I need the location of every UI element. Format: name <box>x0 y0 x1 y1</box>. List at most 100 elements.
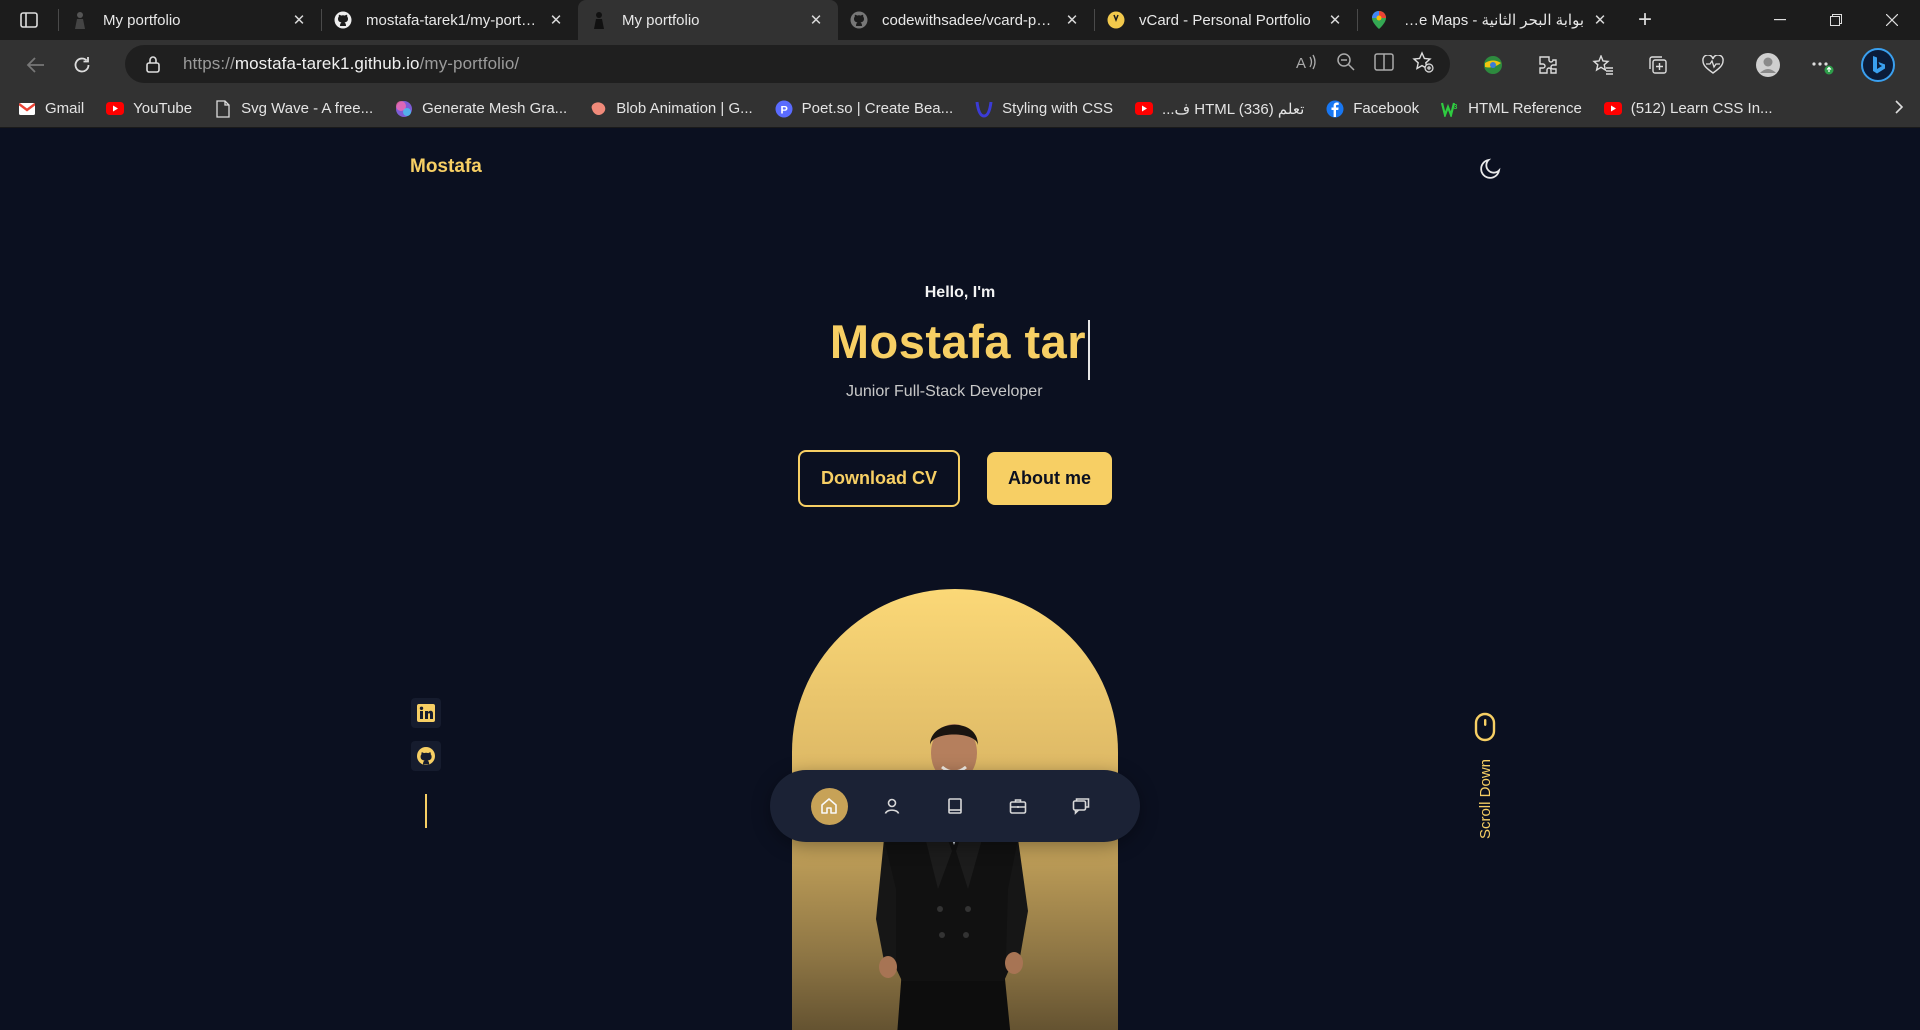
bookmark-label: HTML Reference <box>1468 100 1582 117</box>
user-icon[interactable] <box>874 788 911 825</box>
svg-text:P: P <box>780 104 787 116</box>
bookmark-html-reference[interactable]: 3 HTML Reference <box>1441 100 1582 118</box>
bookmark-label: Facebook <box>1353 100 1420 117</box>
hero-greeting: Hello, I'm <box>924 284 996 301</box>
chevron-right-icon[interactable] <box>1894 99 1904 120</box>
tab-vcard-portfolio[interactable]: vCard - Personal Portfolio ✕ <box>1095 0 1357 40</box>
close-icon[interactable]: ✕ <box>1590 10 1610 30</box>
bookmark-label: (512) Learn CSS In... <box>1630 100 1773 117</box>
bookmark-label: Generate Mesh Gra... <box>422 100 568 117</box>
minimize-icon[interactable] <box>1752 0 1808 40</box>
typing-caret <box>1088 319 1091 380</box>
moon-icon[interactable] <box>1478 155 1504 181</box>
close-icon[interactable]: ✕ <box>546 10 566 30</box>
bookmark-label: YouTube <box>133 100 193 117</box>
github-icon <box>850 11 868 29</box>
url-host: mostafa-tarek1.github.io <box>234 54 420 73</box>
refresh-icon[interactable] <box>60 45 104 85</box>
book-icon[interactable] <box>937 788 974 825</box>
hero-name-wrapper: Mostafa tar <box>0 314 1920 384</box>
bookmark-label: Blob Animation | G... <box>616 100 753 117</box>
home-icon[interactable] <box>810 787 848 825</box>
tab-title: mostafa-tarek1/my-portfolio <box>366 11 540 29</box>
add-favorite-icon[interactable] <box>1412 50 1434 78</box>
url-text[interactable]: https://mostafa-tarek1.github.io/my-port… <box>183 54 519 74</box>
bookmark-poet[interactable]: P Poet.so | Create Bea... <box>775 100 953 118</box>
close-window-icon[interactable] <box>1864 0 1920 40</box>
window-controls <box>1752 0 1920 40</box>
bookmark-mesh-gradient[interactable]: Generate Mesh Gra... <box>395 100 567 118</box>
scroll-down-indicator[interactable]: Scroll Down <box>1472 712 1498 839</box>
address-bar-actions: A <box>1296 45 1434 83</box>
github-icon <box>334 11 352 29</box>
bookmark-learn-css[interactable]: (512) Learn CSS In... <box>1603 100 1773 118</box>
bookmark-gmail[interactable]: Gmail <box>18 100 84 118</box>
mouse-icon <box>1474 712 1496 747</box>
favorites-icon[interactable] <box>1575 40 1630 90</box>
browser-tab-bar: My portfolio ✕ mostafa-tarek1/my-portfol… <box>0 0 1920 40</box>
bookmarks-bar: Gmail YouTube Svg Wave - A free... Gener… <box>0 90 1920 128</box>
social-links <box>411 698 441 828</box>
read-aloud-icon[interactable]: A <box>1296 53 1318 76</box>
briefcase-icon[interactable] <box>1000 788 1037 825</box>
page-icon <box>214 99 232 118</box>
download-cv-button[interactable]: Download CV <box>798 450 960 507</box>
zoom-out-icon[interactable] <box>1336 52 1356 77</box>
restore-icon[interactable] <box>1808 0 1864 40</box>
tab-my-portfolio-active[interactable]: My portfolio ✕ <box>578 0 838 40</box>
portfolio-page: Mostafa Hello, I'm Mostafa tar Junior Fu… <box>0 129 1920 1030</box>
back-icon[interactable] <box>14 45 58 85</box>
bottom-navigation-dock <box>770 770 1140 842</box>
tab-title: My portfolio <box>103 11 181 29</box>
bookmark-blob-animation[interactable]: Blob Animation | G... <box>589 100 753 118</box>
profile-avatar-icon[interactable] <box>1740 40 1795 90</box>
bookmark-learn-html[interactable]: تعلم HTML (336) ف... <box>1135 100 1304 118</box>
close-icon[interactable]: ✕ <box>1062 10 1082 30</box>
styling-icon <box>975 100 993 118</box>
bookmark-label: Poet.so | Create Bea... <box>801 100 954 117</box>
tab-actions-icon[interactable] <box>0 0 58 40</box>
browser-toolbar: https://mostafa-tarek1.github.io/my-port… <box>0 40 1920 90</box>
about-me-button[interactable]: About me <box>987 452 1112 505</box>
site-brand-logo[interactable]: Mostafa <box>410 156 482 178</box>
svg-text:3: 3 <box>1454 104 1458 111</box>
tab-google-maps[interactable]: بوابة البحر الثانية - Google Maps ✕ <box>1358 0 1622 40</box>
gmail-icon <box>18 100 36 118</box>
tab-github-vcard[interactable]: codewithsadee/vcard-personal-portfolio ✕ <box>838 0 1094 40</box>
new-tab-button[interactable]: + <box>1622 0 1668 40</box>
bookmark-svg-wave[interactable]: Svg Wave - A free... <box>214 99 373 118</box>
performance-heart-icon[interactable] <box>1685 40 1740 90</box>
close-icon[interactable]: ✕ <box>806 10 826 30</box>
youtube-icon <box>1135 100 1154 118</box>
svg-text:A: A <box>1296 55 1306 71</box>
tab-my-portfolio-1[interactable]: My portfolio ✕ <box>59 0 321 40</box>
bookmark-facebook[interactable]: Facebook <box>1326 100 1419 118</box>
facebook-icon <box>1326 100 1344 118</box>
collections-icon[interactable] <box>1630 40 1685 90</box>
bookmark-label: Styling with CSS <box>1002 100 1114 117</box>
close-icon[interactable]: ✕ <box>289 10 309 30</box>
url-path: /my-portfolio/ <box>419 54 520 73</box>
bookmark-label: Gmail <box>45 100 85 117</box>
vcard-icon <box>1107 11 1125 29</box>
close-icon[interactable]: ✕ <box>1325 10 1345 30</box>
linkedin-icon[interactable] <box>411 698 441 728</box>
bing-copilot-icon[interactable] <box>1850 40 1905 90</box>
tab-title: vCard - Personal Portfolio <box>1139 11 1311 29</box>
tab-title: codewithsadee/vcard-personal-portfolio <box>882 11 1056 29</box>
toolbar-extensions <box>1465 40 1905 90</box>
github-icon[interactable] <box>411 741 441 771</box>
bookmark-youtube[interactable]: YouTube <box>106 100 192 118</box>
hero-name: Mostafa tar <box>829 315 1087 368</box>
chat-icon[interactable] <box>1063 788 1100 825</box>
bookmark-styling-css[interactable]: Styling with CSS <box>975 100 1113 118</box>
person-silhouette-icon <box>590 11 608 29</box>
tab-github-my-portfolio[interactable]: mostafa-tarek1/my-portfolio ✕ <box>322 0 578 40</box>
more-options-icon[interactable] <box>1795 40 1850 90</box>
address-bar[interactable]: https://mostafa-tarek1.github.io/my-port… <box>125 45 1450 83</box>
extension-globe-icon[interactable] <box>1465 40 1520 90</box>
split-screen-icon[interactable] <box>1374 52 1394 76</box>
google-maps-icon <box>1370 11 1388 29</box>
lock-icon[interactable] <box>145 55 161 73</box>
extensions-icon[interactable] <box>1520 40 1575 90</box>
